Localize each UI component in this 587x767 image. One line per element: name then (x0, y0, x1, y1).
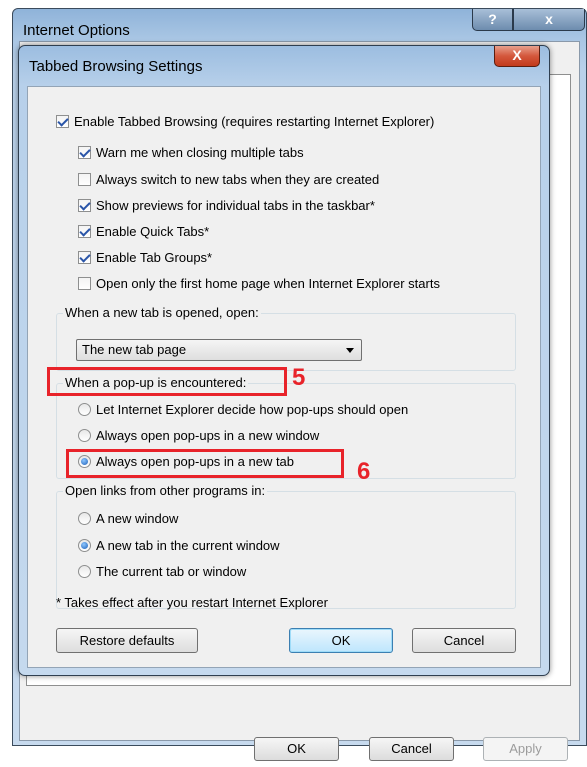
dialog-ok-button[interactable]: OK (289, 628, 393, 653)
quick-tabs-row[interactable]: Enable Quick Tabs* (78, 224, 209, 239)
popup-ie-decide-radio[interactable] (78, 403, 91, 416)
option-label: Enable Quick Tabs* (96, 224, 210, 239)
radio-label: Let Internet Explorer decide how pop-ups… (96, 402, 409, 417)
warn-closing-tabs-row[interactable]: Warn me when closing multiple tabs (78, 145, 304, 160)
popup-option-new-window[interactable]: Always open pop-ups in a new window (78, 428, 319, 443)
annotation-box-new-tab-option (66, 449, 344, 478)
links-option-new-window[interactable]: A new window (78, 511, 178, 526)
links-new-window-radio[interactable] (78, 512, 91, 525)
popup-new-window-radio[interactable] (78, 429, 91, 442)
links-current-tab-radio[interactable] (78, 565, 91, 578)
annotation-box-popup-label (47, 367, 287, 396)
option-label: Enable Tab Groups* (96, 250, 213, 265)
radio-label: A new tab in the current window (96, 538, 280, 553)
apply-button: Apply (483, 737, 568, 761)
radio-label: A new window (96, 511, 179, 526)
warn-closing-tabs-checkbox[interactable] (78, 146, 91, 159)
parent-ok-button[interactable]: OK (254, 737, 339, 761)
dialog-title: Tabbed Browsing Settings (29, 58, 203, 75)
tab-groups-checkbox[interactable] (78, 251, 91, 264)
parent-cancel-button[interactable]: Cancel (369, 737, 454, 761)
restore-defaults-button[interactable]: Restore defaults (56, 628, 198, 653)
links-group-label: Open links from other programs in: (63, 483, 268, 498)
annotation-marker-5: 5 (292, 364, 306, 391)
tabbed-browsing-settings-dialog: Tabbed Browsing Settings X Enable Tabbed… (18, 45, 550, 676)
tab-groups-row[interactable]: Enable Tab Groups* (78, 250, 212, 265)
links-option-new-tab[interactable]: A new tab in the current window (78, 538, 280, 553)
parent-window-title: Internet Options (23, 22, 130, 39)
restart-note: * Takes effect after you restart Interne… (56, 595, 328, 610)
always-switch-row[interactable]: Always switch to new tabs when they are … (78, 172, 379, 187)
option-label: Show previews for individual tabs in the… (96, 198, 375, 213)
show-previews-checkbox[interactable] (78, 199, 91, 212)
always-switch-checkbox[interactable] (78, 173, 91, 186)
help-button[interactable]: ? (472, 9, 513, 31)
radio-label: The current tab or window (96, 564, 247, 579)
enable-tabbed-browsing-row[interactable]: Enable Tabbed Browsing (requires restart… (56, 114, 434, 129)
radio-label: Always open pop-ups in a new window (96, 428, 320, 443)
option-label: Warn me when closing multiple tabs (96, 145, 304, 160)
links-new-tab-radio[interactable] (78, 539, 91, 552)
new-tab-select[interactable]: The new tab page (76, 339, 362, 361)
first-home-page-row[interactable]: Open only the first home page when Inter… (78, 276, 440, 291)
dialog-close-button[interactable]: X (494, 46, 540, 67)
annotation-marker-6: 6 (357, 458, 371, 485)
show-previews-row[interactable]: Show previews for individual tabs in the… (78, 198, 375, 213)
quick-tabs-checkbox[interactable] (78, 225, 91, 238)
enable-tabbed-browsing-label: Enable Tabbed Browsing (requires restart… (74, 114, 435, 129)
enable-tabbed-browsing-checkbox[interactable] (56, 115, 69, 128)
option-label: Always switch to new tabs when they are … (96, 172, 380, 187)
links-option-current-tab[interactable]: The current tab or window (78, 564, 246, 579)
parent-close-button[interactable]: x (513, 9, 585, 31)
new-tab-group-label: When a new tab is opened, open: (63, 305, 261, 320)
first-home-page-checkbox[interactable] (78, 277, 91, 290)
dialog-cancel-button[interactable]: Cancel (412, 628, 516, 653)
new-tab-select-value: The new tab page (82, 342, 187, 357)
parent-button-bar: OK Cancel Apply (20, 737, 579, 767)
popup-option-ie-decide[interactable]: Let Internet Explorer decide how pop-ups… (78, 402, 408, 417)
option-label: Open only the first home page when Inter… (96, 276, 440, 291)
chevron-down-icon (346, 348, 354, 353)
